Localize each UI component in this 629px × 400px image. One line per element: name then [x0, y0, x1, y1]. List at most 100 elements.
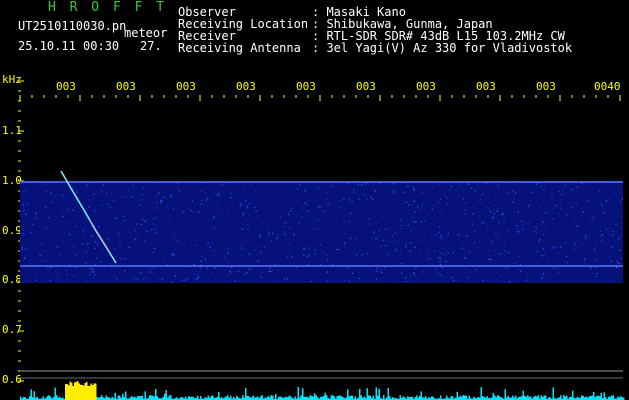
noise-dot — [549, 218, 551, 220]
noise-dot — [345, 267, 347, 269]
noise-dot — [242, 214, 244, 216]
noise-dot — [137, 239, 139, 241]
noise-dot — [497, 184, 499, 186]
noise-dot — [191, 200, 193, 202]
noise-dot — [57, 272, 59, 274]
noise-dot — [72, 186, 74, 188]
noise-dot — [596, 191, 598, 193]
noise-dot — [181, 225, 183, 227]
noise-dot — [580, 240, 582, 242]
noise-dot — [440, 235, 442, 237]
noise-dot — [73, 259, 75, 261]
noise-dot — [519, 264, 521, 266]
noise-dot — [292, 275, 294, 277]
noise-dot — [474, 190, 476, 192]
noise-dot — [426, 250, 428, 252]
noise-dot — [368, 247, 370, 249]
noise-dot — [497, 208, 499, 210]
noise-dot — [609, 198, 611, 200]
noise-dot — [49, 280, 51, 282]
power-bar — [165, 390, 167, 400]
noise-dot — [23, 209, 25, 212]
noise-dot — [497, 237, 499, 239]
noise-dot — [438, 257, 440, 259]
noise-dot — [427, 248, 429, 250]
noise-dot — [101, 204, 103, 206]
noise-dot — [464, 218, 467, 220]
noise-dot — [354, 238, 356, 240]
noise-dot — [516, 225, 518, 227]
power-bar — [314, 393, 316, 400]
noise-dot — [487, 250, 489, 252]
noise-dot — [601, 240, 603, 242]
noise-dot — [545, 184, 547, 186]
noise-dot — [486, 223, 489, 225]
noise-dot — [619, 192, 621, 194]
noise-dot — [447, 252, 449, 254]
noise-dot — [243, 227, 245, 229]
noise-dot — [348, 221, 350, 223]
noise-dot — [50, 233, 52, 235]
noise-dot — [45, 224, 47, 226]
noise-dot — [331, 186, 334, 188]
noise-dot — [84, 215, 86, 217]
noise-dot — [120, 196, 122, 199]
noise-dot — [195, 228, 198, 230]
noise-dot — [119, 241, 121, 243]
noise-dot — [558, 191, 560, 193]
noise-dot — [446, 237, 449, 239]
noise-dot — [591, 272, 594, 274]
noise-dot — [155, 267, 157, 269]
noise-dot — [538, 207, 540, 209]
noise-dot — [308, 229, 310, 231]
noise-dot — [169, 235, 172, 237]
noise-dot — [62, 205, 64, 207]
noise-dot — [218, 194, 220, 197]
noise-dot — [333, 197, 335, 199]
noise-dot — [484, 235, 486, 237]
noise-dot — [548, 246, 550, 248]
noise-dot — [223, 188, 225, 190]
noise-dot — [216, 212, 218, 214]
noise-dot — [430, 194, 432, 196]
noise-dot — [483, 209, 485, 211]
noise-dot — [366, 197, 368, 199]
noise-dot — [504, 250, 506, 252]
noise-dot — [364, 276, 366, 278]
noise-dot — [132, 184, 134, 186]
noise-dot — [91, 268, 94, 270]
noise-dot — [301, 240, 303, 242]
noise-dot — [544, 225, 546, 228]
noise-dot — [314, 188, 316, 190]
noise-dot — [306, 255, 308, 258]
power-bar — [521, 396, 523, 400]
noise-dot — [194, 244, 196, 246]
noise-dot — [353, 191, 355, 193]
noise-dot — [220, 211, 222, 213]
power-bar — [285, 396, 287, 400]
noise-dot — [429, 228, 431, 230]
noise-dot — [575, 218, 577, 220]
noise-dot — [592, 234, 594, 236]
noise-dot — [500, 275, 502, 277]
noise-dot — [443, 194, 445, 196]
noise-dot — [94, 247, 96, 249]
noise-dot — [503, 222, 505, 224]
noise-dot — [467, 184, 469, 186]
noise-dot — [263, 222, 265, 224]
noise-dot — [475, 268, 477, 271]
power-bar — [351, 395, 353, 400]
noise-dot — [551, 247, 553, 249]
power-bar — [464, 395, 466, 400]
noise-dot — [290, 210, 292, 212]
power-bar — [227, 395, 229, 400]
power-bar — [369, 395, 371, 400]
noise-dot — [609, 257, 611, 259]
noise-dot — [385, 228, 387, 230]
noise-dot — [461, 247, 463, 249]
noise-dot — [361, 275, 363, 278]
noise-dot — [395, 248, 397, 251]
noise-dot — [332, 250, 334, 252]
noise-dot — [466, 258, 468, 260]
noise-dot — [259, 236, 261, 238]
